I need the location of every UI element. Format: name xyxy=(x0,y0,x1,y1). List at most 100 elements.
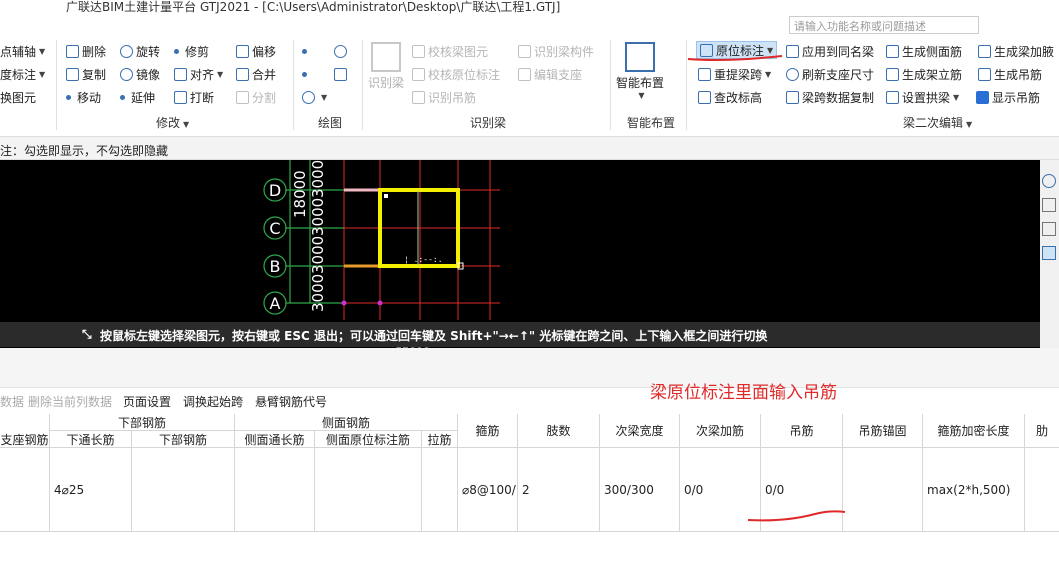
erection-bar-icon xyxy=(886,67,899,81)
check-beam-button[interactable]: 校核梁图元 xyxy=(412,42,488,60)
table-cell[interactable] xyxy=(235,448,315,532)
line-icon xyxy=(302,71,307,77)
dim-3000-4: 3000 xyxy=(309,274,327,312)
delete-button[interactable]: 删除 xyxy=(66,42,106,60)
arch-beam-icon xyxy=(886,90,899,104)
dim-3000-1: 3000 xyxy=(309,160,327,198)
refresh-support-button[interactable]: 刷新支座尺寸 xyxy=(786,65,874,83)
delete-column-data-button[interactable]: 删除当前列数据 xyxy=(28,393,112,410)
recognize-beam-button[interactable]: 识别梁 xyxy=(368,42,404,91)
gen-hanger-icon xyxy=(978,67,991,81)
view-top-icon[interactable] xyxy=(1042,222,1056,236)
apply-same-name-button[interactable]: 应用到同名梁 xyxy=(786,42,874,60)
table-cell[interactable]: 2 xyxy=(518,448,600,532)
recognize-beam-component-button[interactable]: 识别梁构件 xyxy=(518,42,594,60)
break-button[interactable]: 打断 xyxy=(174,88,214,106)
check-beam-icon xyxy=(412,44,425,58)
annotation-underline-hanger xyxy=(747,510,846,522)
merge-button[interactable]: 合并 xyxy=(236,65,276,83)
align-button[interactable]: 对齐 ▼ xyxy=(174,65,223,83)
axis-label-c: C xyxy=(269,219,280,238)
view-layer-icon[interactable] xyxy=(1042,246,1056,260)
annotation-text: 梁原位标注里面输入吊筋 xyxy=(650,383,837,403)
chevron-down-icon: ▼ xyxy=(39,69,46,79)
ribbon-item-swap[interactable]: 换图元 xyxy=(0,88,36,106)
ribbon-item-axis[interactable]: 点辅轴 ▼ xyxy=(0,42,45,60)
title-bar: 广联达BIM土建计量平台 GTJ2021 - [C:\Users\Adminis… xyxy=(0,0,1059,14)
swap-start-span-button[interactable]: 调换起始跨 xyxy=(183,393,243,410)
view-orbit-icon[interactable] xyxy=(1042,174,1056,188)
edit-elevation-button[interactable]: 查改标高 xyxy=(698,88,762,106)
gen-haunch-button[interactable]: 生成梁加腋 xyxy=(978,42,1054,60)
table-cell[interactable]: 4⌀25 xyxy=(50,448,132,532)
split-button[interactable]: 分割 xyxy=(236,88,276,106)
beam-label: ¦ .:--:. xyxy=(404,255,443,264)
table-cell[interactable] xyxy=(422,448,458,532)
span-data-copy-button[interactable]: 梁跨数据复制 xyxy=(786,88,874,106)
table-cell[interactable]: max(2*h,500) xyxy=(923,448,1025,532)
hanger-icon xyxy=(412,90,425,104)
draw-arc-button[interactable]: ▼ xyxy=(302,88,327,106)
show-hanger-checkbox[interactable]: 显示吊筋 xyxy=(976,88,1040,106)
hint-bar: 注：勾选即显示，不勾选即隐藏 xyxy=(0,136,1059,160)
axis-label-d: D xyxy=(269,181,281,200)
table-header-cell: 下通长筋 xyxy=(50,431,132,448)
panel-splitter[interactable] xyxy=(0,348,1059,388)
ribbon-item-dim[interactable]: 度标注 ▼ xyxy=(0,65,45,83)
delete-icon xyxy=(66,44,79,58)
dim-3000-3: 3000 xyxy=(309,236,327,274)
copy-icon xyxy=(66,67,79,81)
window-title: 广联达BIM土建计量平台 GTJ2021 - [C:\Users\Adminis… xyxy=(66,0,561,14)
table-toolbar: 数据 删除当前列数据 页面设置 调换起始跨 悬臂钢筋代号 xyxy=(0,390,1059,412)
table-header-cell: 箍筋 xyxy=(458,414,518,448)
grip-point[interactable] xyxy=(384,194,388,198)
table-header-cell: 箍筋加密长度 xyxy=(923,414,1025,448)
set-arch-beam-button[interactable]: 设置拱梁 ▼ xyxy=(886,88,959,106)
draw-point-button[interactable] xyxy=(302,42,313,60)
gen-erection-bar-button[interactable]: 生成架立筋 xyxy=(886,65,962,83)
refresh-icon xyxy=(786,67,799,81)
table-header-cell: 拉筋 xyxy=(422,431,458,448)
copy-button[interactable]: 复制 xyxy=(66,65,106,83)
table-cell[interactable] xyxy=(132,448,235,532)
trim-button[interactable]: 修剪 xyxy=(174,42,209,60)
haunch-icon xyxy=(978,44,991,58)
mirror-button[interactable]: 镜像 xyxy=(120,65,160,83)
edit-support-icon xyxy=(518,67,531,81)
smart-layout-button[interactable]: 智能布置 ▼ xyxy=(616,42,664,100)
repick-span-button[interactable]: 重提梁跨 ▼ xyxy=(698,65,771,83)
draw-rect-button[interactable] xyxy=(334,65,350,83)
edit-support-button[interactable]: 编辑支座 xyxy=(518,65,582,83)
smart-layout-icon xyxy=(625,42,655,72)
check-original-mark-button[interactable]: 校核原位标注 xyxy=(412,65,500,83)
extend-button[interactable]: 延伸 xyxy=(120,88,155,106)
clear-data-button[interactable]: 数据 xyxy=(0,393,24,410)
table-cell[interactable] xyxy=(843,448,923,532)
table-header-cell: 支座钢筋 xyxy=(0,431,50,448)
side-bar-icon xyxy=(886,44,899,58)
function-search-input[interactable]: 请输入功能名称或问题描述 xyxy=(789,16,979,34)
offset-button[interactable]: 偏移 xyxy=(236,42,276,60)
move-button[interactable]: 移动 xyxy=(66,88,101,106)
table-cell[interactable]: ⌀8@100/ xyxy=(458,448,518,532)
chevron-down-icon: ▼ xyxy=(638,91,645,100)
draw-line-button[interactable] xyxy=(302,65,313,83)
align-icon xyxy=(174,67,187,81)
drawing-canvas[interactable]: D C B A 18000 3000 3000 3000 3000 ¦ .:--… xyxy=(0,160,1059,348)
gen-hanger-button[interactable]: 生成吊筋 xyxy=(978,65,1042,83)
draw-rotate-point-button[interactable] xyxy=(334,42,350,60)
table-cell[interactable]: 300/300 xyxy=(600,448,680,532)
chevron-down-icon: ▼ xyxy=(953,92,960,102)
table-cell[interactable] xyxy=(315,448,422,532)
view-3d-icon[interactable] xyxy=(1042,198,1056,212)
page-setup-button[interactable]: 页面设置 xyxy=(123,393,171,410)
group-divider xyxy=(610,40,611,130)
table-cell[interactable] xyxy=(1025,448,1059,532)
cantilever-code-button[interactable]: 悬臂钢筋代号 xyxy=(255,393,327,410)
recognize-hanger-button[interactable]: 识别吊筋 xyxy=(412,88,476,106)
rotate-button[interactable]: 旋转 xyxy=(120,42,160,60)
table-cell[interactable] xyxy=(0,448,50,532)
gen-side-bar-button[interactable]: 生成侧面筋 xyxy=(886,42,962,60)
grid-point xyxy=(377,300,383,306)
rotate-icon xyxy=(120,44,133,58)
